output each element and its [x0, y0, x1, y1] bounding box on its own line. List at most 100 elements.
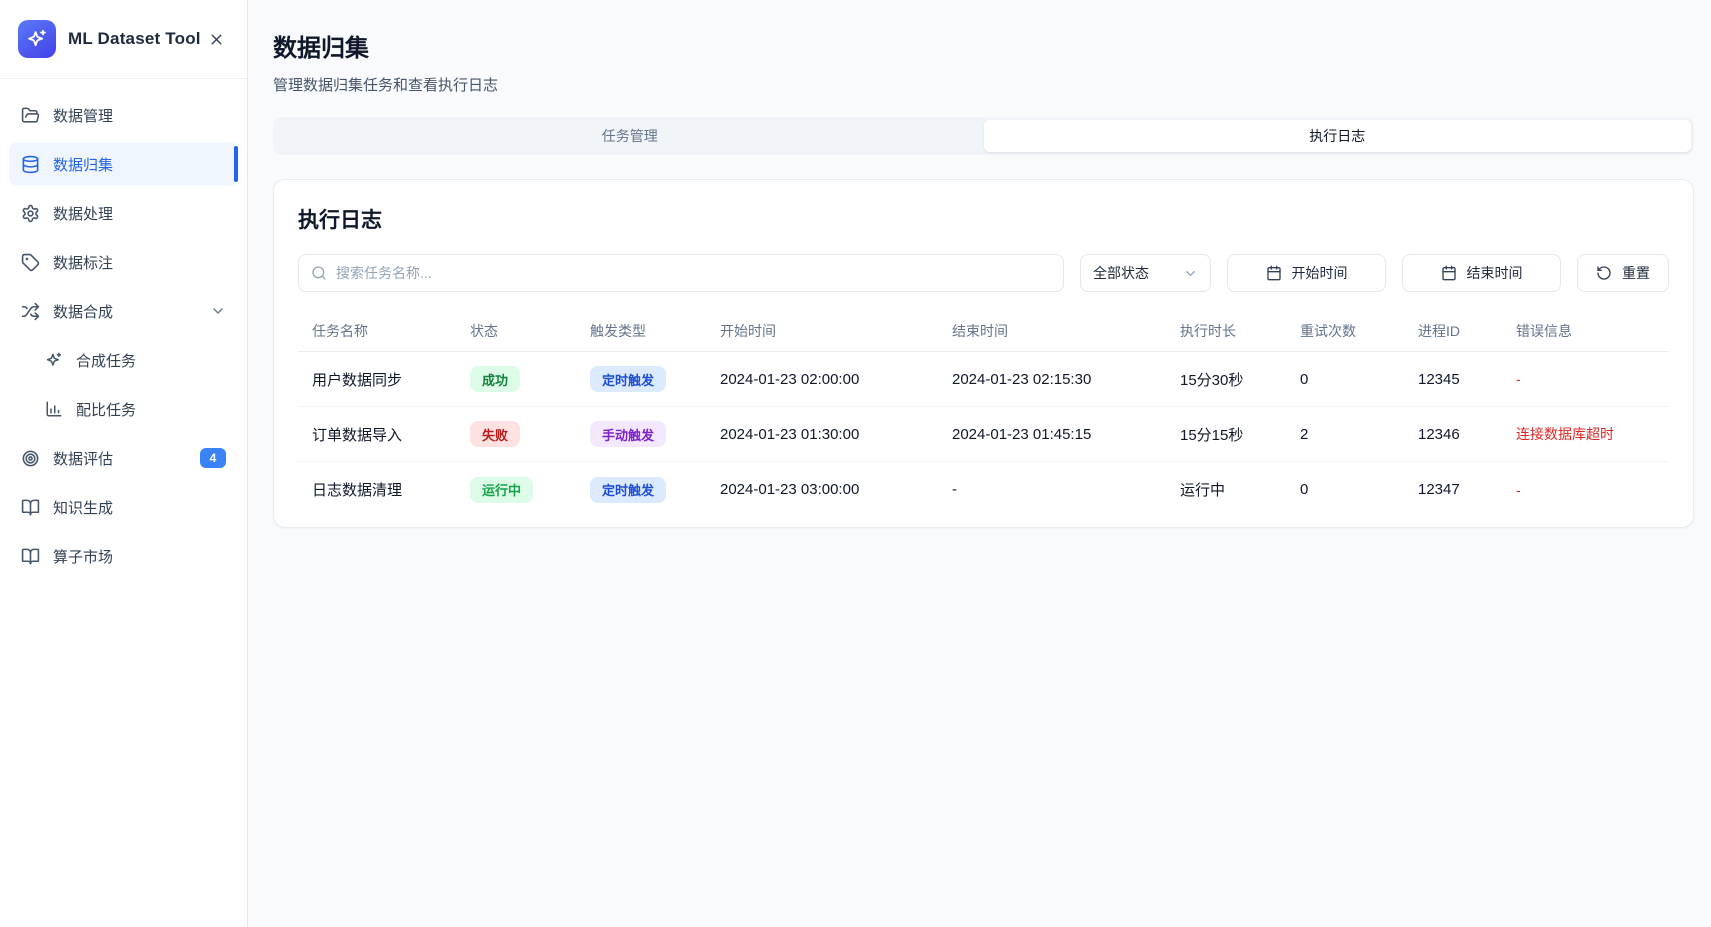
calendar-icon [1441, 265, 1457, 281]
cell-duration: 运行中 [1180, 479, 1300, 500]
cell-end-time: - [952, 481, 1180, 498]
table-row: 日志数据清理 运行中 定时触发 2024-01-23 03:00:00 - 运行… [298, 462, 1669, 517]
trigger-badge: 手动触发 [590, 421, 666, 447]
end-time-label: 结束时间 [1467, 263, 1523, 283]
cell-duration: 15分30秒 [1180, 369, 1300, 390]
database-icon [21, 155, 40, 174]
column-header-process-id: 进程ID [1418, 321, 1516, 341]
tab-bar: 任务管理 执行日志 [273, 117, 1694, 155]
tag-icon [21, 253, 40, 272]
sidebar-item-data-management[interactable]: 数据管理 [9, 93, 238, 137]
sidebar-item-label: 知识生成 [53, 497, 226, 518]
cell-start-time: 2024-01-23 03:00:00 [720, 481, 952, 498]
cell-process-id: 12345 [1418, 371, 1516, 388]
sidebar-item-label: 数据评估 [53, 448, 187, 469]
cell-retries: 0 [1300, 371, 1418, 388]
search-icon [311, 265, 327, 281]
cell-task-name: 用户数据同步 [312, 369, 470, 390]
close-icon [208, 31, 225, 48]
cell-start-time: 2024-01-23 02:00:00 [720, 371, 952, 388]
table-row: 订单数据导入 失败 手动触发 2024-01-23 01:30:00 2024-… [298, 407, 1669, 462]
cell-retries: 0 [1300, 481, 1418, 498]
evaluation-count-badge: 4 [200, 448, 226, 468]
sidebar-item-operator-market[interactable]: 算子市场 [9, 534, 238, 578]
status-badge: 运行中 [470, 477, 533, 503]
filter-row: 全部状态 开始时间 [298, 254, 1669, 292]
sidebar-item-ratio-tasks[interactable]: 配比任务 [9, 387, 238, 431]
status-filter-select[interactable]: 全部状态 [1080, 254, 1211, 292]
sidebar-item-label: 数据合成 [53, 301, 197, 322]
sidebar-item-label: 配比任务 [76, 399, 226, 420]
tab-execution-logs[interactable]: 执行日志 [984, 120, 1692, 152]
table-header-row: 任务名称 状态 触发类型 开始时间 结束时间 执行时长 重试次数 进程ID 错误… [298, 310, 1669, 352]
logs-table: 任务名称 状态 触发类型 开始时间 结束时间 执行时长 重试次数 进程ID 错误… [298, 310, 1669, 517]
table-row: 用户数据同步 成功 定时触发 2024-01-23 02:00:00 2024-… [298, 352, 1669, 407]
shuffle-icon [21, 302, 40, 321]
sidebar-header: ML Dataset Tool [0, 0, 247, 79]
cell-retries: 2 [1300, 426, 1418, 443]
cell-end-time: 2024-01-23 01:45:15 [952, 426, 1180, 443]
bar-chart-icon [45, 400, 63, 418]
sidebar-item-knowledge-generation[interactable]: 知识生成 [9, 485, 238, 529]
column-header-error-info: 错误信息 [1516, 321, 1669, 341]
sparkles-icon [26, 28, 48, 50]
sidebar-item-label: 数据标注 [53, 252, 226, 273]
sidebar-item-data-annotation[interactable]: 数据标注 [9, 240, 238, 284]
sidebar-item-label: 算子市场 [53, 546, 226, 567]
sidebar: ML Dataset Tool 数据管理 [0, 0, 248, 927]
start-time-label: 开始时间 [1292, 263, 1348, 283]
cell-start-time: 2024-01-23 01:30:00 [720, 426, 952, 443]
column-header-start-time: 开始时间 [720, 321, 952, 341]
sidebar-close-button[interactable] [203, 26, 229, 52]
trigger-badge: 定时触发 [590, 366, 666, 392]
cell-duration: 15分15秒 [1180, 424, 1300, 445]
column-header-end-time: 结束时间 [952, 321, 1180, 341]
active-indicator [234, 146, 238, 182]
column-header-trigger-type: 触发类型 [590, 321, 720, 341]
column-header-task-name: 任务名称 [312, 321, 470, 341]
sidebar-item-label: 合成任务 [76, 350, 226, 371]
status-badge: 失败 [470, 421, 520, 447]
cell-task-name: 日志数据清理 [312, 479, 470, 500]
sparkle-icon [45, 351, 63, 369]
chevron-down-icon [210, 303, 226, 319]
sidebar-item-data-collection[interactable]: 数据归集 [9, 142, 238, 186]
search-input[interactable] [336, 265, 1051, 281]
sidebar-item-data-evaluation[interactable]: 数据评估 4 [9, 436, 238, 480]
tab-task-management[interactable]: 任务管理 [276, 120, 984, 152]
sidebar-item-data-synthesis[interactable]: 数据合成 [9, 289, 238, 333]
cell-error-info: - [1516, 371, 1669, 387]
gear-icon [21, 204, 40, 223]
sidebar-item-synthesis-tasks[interactable]: 合成任务 [9, 338, 238, 382]
execution-logs-panel: 执行日志 全部状态 [273, 179, 1694, 528]
status-filter-value: 全部状态 [1093, 263, 1149, 283]
sidebar-item-label: 数据归集 [53, 154, 226, 175]
trigger-badge: 定时触发 [590, 477, 666, 503]
sidebar-item-data-processing[interactable]: 数据处理 [9, 191, 238, 235]
target-icon [21, 449, 40, 468]
main-content: 数据归集 管理数据归集任务和查看执行日志 任务管理 执行日志 执行日志 全部状态 [248, 0, 1711, 927]
column-header-retries: 重试次数 [1300, 321, 1418, 341]
cell-error-info: - [1516, 482, 1669, 498]
panel-title: 执行日志 [298, 204, 1669, 234]
book-icon [21, 498, 40, 517]
rotate-ccw-icon [1596, 265, 1612, 281]
calendar-icon [1266, 265, 1282, 281]
app-logo [18, 20, 56, 58]
start-time-button[interactable]: 开始时间 [1227, 254, 1386, 292]
reset-button[interactable]: 重置 [1577, 254, 1669, 292]
app-title: ML Dataset Tool [68, 29, 203, 49]
cell-task-name: 订单数据导入 [312, 424, 470, 445]
chevron-down-icon [1183, 266, 1198, 281]
folder-icon [21, 106, 40, 125]
reset-label: 重置 [1622, 263, 1650, 283]
sidebar-nav: 数据管理 数据归集 数据处理 [0, 79, 247, 592]
column-header-status: 状态 [470, 321, 590, 341]
cell-end-time: 2024-01-23 02:15:30 [952, 371, 1180, 388]
end-time-button[interactable]: 结束时间 [1402, 254, 1561, 292]
page-title: 数据归集 [273, 28, 1694, 63]
column-header-duration: 执行时长 [1180, 321, 1300, 341]
search-box [298, 254, 1064, 292]
sidebar-item-label: 数据管理 [53, 105, 226, 126]
sidebar-item-label: 数据处理 [53, 203, 226, 224]
